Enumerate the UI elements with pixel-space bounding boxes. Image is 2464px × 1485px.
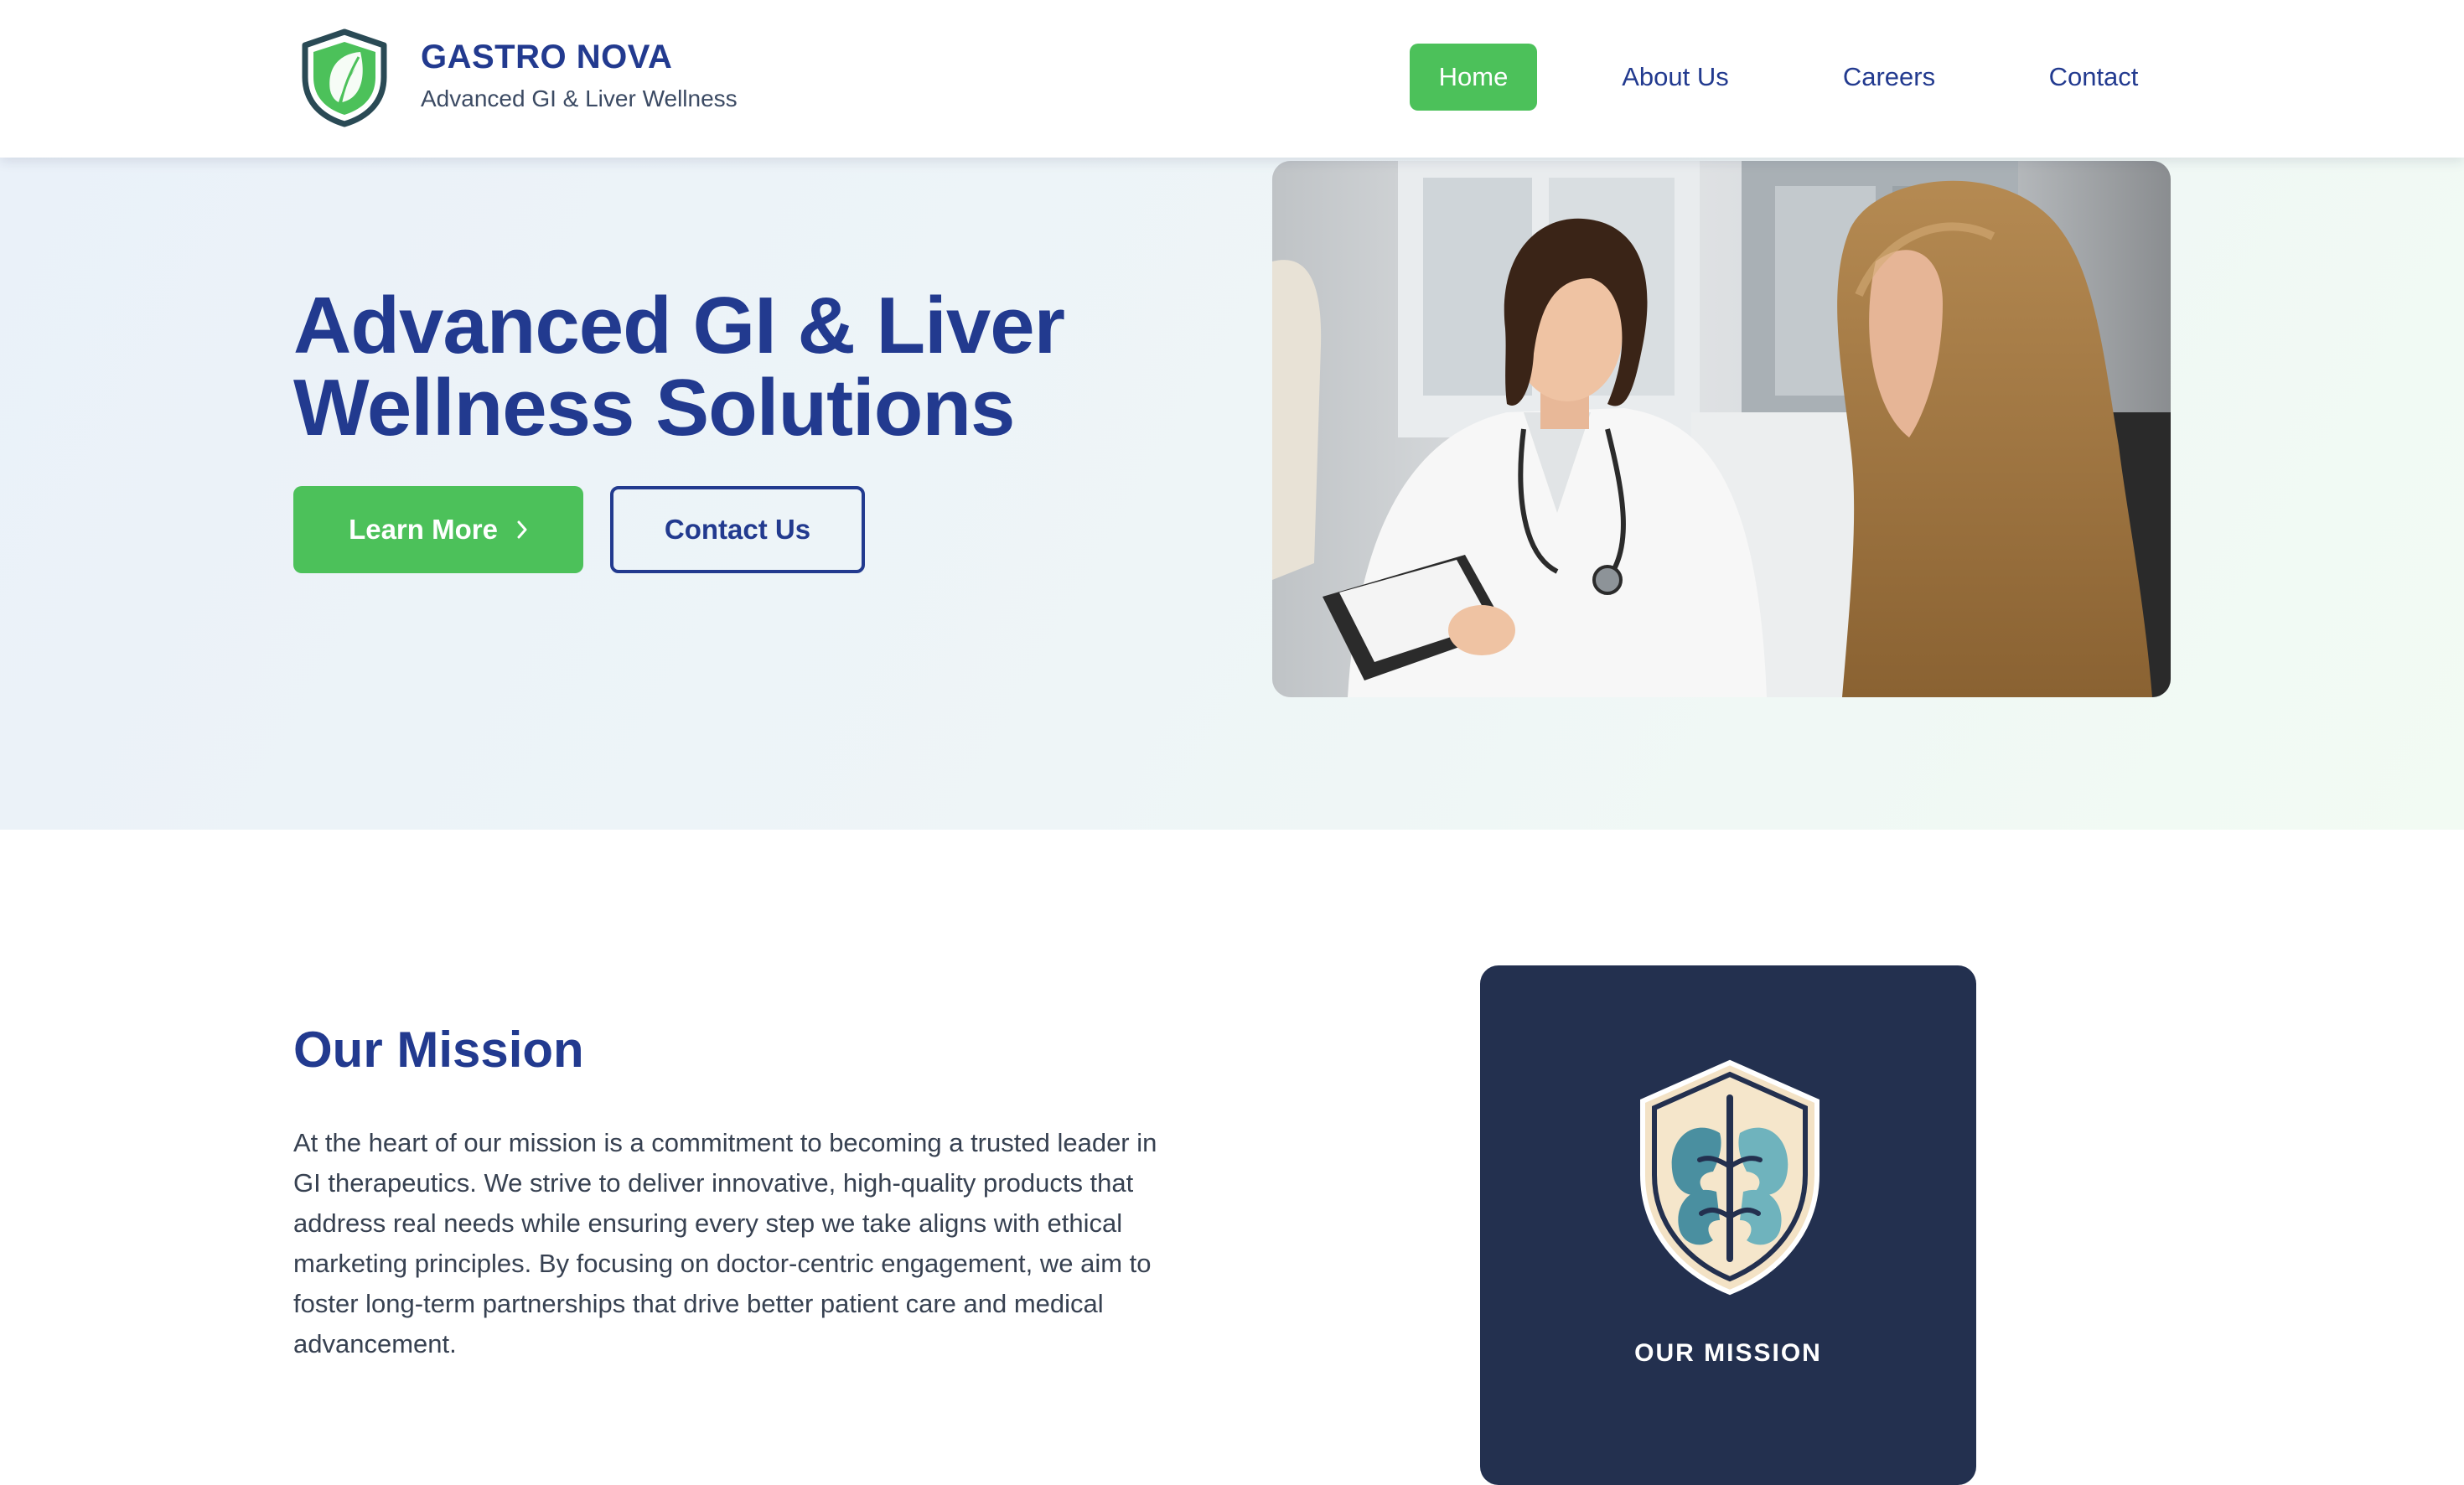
site-header: GASTRO NOVA Advanced GI & Liver Wellness… [0,0,2464,158]
hero-title: Advanced GI & Liver Wellness Solutions [293,281,1065,453]
brand-tagline: Advanced GI & Liver Wellness [421,85,738,111]
mission-title: Our Mission [293,1022,584,1078]
kidney-shield-icon [1633,1058,1827,1297]
learn-more-button[interactable]: Learn More [293,486,583,573]
nav-contact[interactable]: Contact [2027,44,2161,111]
mission-card-label: OUR MISSION [1634,1339,1822,1367]
contact-us-label: Contact Us [664,514,811,545]
brand-name: GASTRO NOVA [421,39,673,75]
doctor-consultation-photo [1272,161,2171,697]
nav-careers[interactable]: Careers [1827,44,1951,111]
nav-home[interactable]: Home [1410,44,1537,111]
learn-more-label: Learn More [349,514,498,545]
chevron-right-icon [517,520,527,539]
mission-card: OUR MISSION [1480,965,1976,1485]
leaf-shield-icon[interactable] [300,28,389,127]
nav-about-us[interactable]: About Us [1602,44,1748,111]
contact-us-button[interactable]: Contact Us [610,486,865,573]
mission-body: At the heart of our mission is a commitm… [293,1128,1157,1358]
